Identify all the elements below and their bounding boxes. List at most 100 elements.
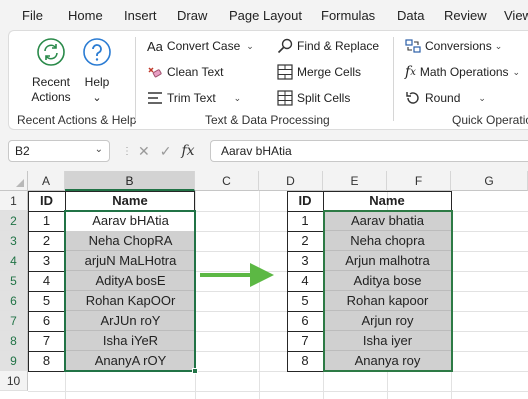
left-name-cell[interactable]: arjuN MaLHotra [66, 251, 195, 271]
select-all-corner[interactable] [0, 171, 28, 191]
round-button[interactable]: Round ⌄ [405, 89, 486, 107]
left-id-cell[interactable]: 2 [28, 231, 65, 251]
column-header-e[interactable]: E [323, 171, 387, 191]
conversions-button[interactable]: Conversions ⌄ [405, 37, 502, 55]
insert-function-icon[interactable]: fx [181, 143, 194, 159]
column-header-d[interactable]: D [259, 171, 323, 191]
name-box[interactable]: B2 ⌄ [8, 140, 110, 162]
split-cells-button[interactable]: Split Cells [277, 89, 350, 107]
name-box-value: B2 [15, 144, 30, 158]
right-name-cell[interactable]: Arjun malhotra [324, 251, 451, 271]
row-header-5[interactable]: 5 [0, 271, 28, 291]
help-icon [79, 37, 115, 71]
column-header-f[interactable]: F [387, 171, 451, 191]
find-replace-button[interactable]: Find & Replace [277, 37, 379, 55]
row-header-7[interactable]: 7 [0, 311, 28, 331]
right-name-cell[interactable]: Aditya bose [324, 271, 451, 291]
gridline [259, 191, 260, 399]
right-id-cell[interactable]: 8 [287, 351, 323, 371]
menu-review[interactable]: Review [444, 8, 487, 23]
row-header-2[interactable]: 2 [0, 211, 28, 231]
group-label-quick: Quick Operatio [452, 113, 528, 127]
confirm-icon[interactable]: ✓ [160, 143, 172, 160]
menu-view[interactable]: View [504, 8, 528, 23]
row-header-9[interactable]: 9 [0, 351, 28, 371]
clean-text-button[interactable]: Clean Text [147, 63, 223, 81]
left-id-cell[interactable]: 8 [28, 351, 65, 371]
left-name-cell[interactable]: Neha ChopRA [66, 231, 195, 251]
eraser-icon [147, 64, 163, 80]
right-name-cell[interactable]: Rohan kapoor [324, 291, 451, 311]
gridline [28, 391, 528, 392]
left-name-cell[interactable]: ArJUn roY [66, 311, 195, 331]
column-header-b[interactable]: B [65, 171, 195, 191]
right-id-cell[interactable]: 3 [287, 251, 323, 271]
right-id-cell[interactable]: 4 [287, 271, 323, 291]
fill-handle[interactable] [192, 368, 198, 374]
menu-insert[interactable]: Insert [124, 8, 157, 23]
row-header-10[interactable]: 10 [0, 371, 28, 391]
menu-page-layout[interactable]: Page Layout [229, 8, 302, 23]
left-table-header-id[interactable]: ID [28, 191, 65, 211]
right-id-cell[interactable]: 6 [287, 311, 323, 331]
column-header-a[interactable]: A [28, 171, 65, 191]
left-name-cell-active[interactable]: Aarav bHAtia [66, 211, 195, 231]
right-id-cell[interactable]: 5 [287, 291, 323, 311]
right-table-header-id[interactable]: ID [287, 191, 323, 211]
menu-draw[interactable]: Draw [177, 8, 207, 23]
left-name-cell[interactable]: AdityA bosE [66, 271, 195, 291]
merge-cells-button[interactable]: Merge Cells [277, 63, 361, 81]
convert-case-button[interactable]: Aa Convert Case ⌄ [147, 37, 254, 55]
left-id-cell[interactable]: 6 [28, 311, 65, 331]
left-name-cell[interactable]: AnanyA rOY [66, 351, 195, 371]
chevron-down-icon[interactable]: ⌄ [95, 144, 103, 155]
math-operations-button[interactable]: fx Math Operations ⌄ [405, 63, 520, 81]
left-name-cell[interactable]: Isha iYeR [66, 331, 195, 351]
left-id-cell[interactable]: 1 [28, 211, 65, 231]
table-divider [28, 211, 195, 212]
right-name-cell[interactable]: Aarav bhatia [324, 211, 451, 231]
right-id-cell[interactable]: 1 [287, 211, 323, 231]
table-divider [287, 271, 323, 272]
left-id-cell[interactable]: 7 [28, 331, 65, 351]
row-header-3[interactable]: 3 [0, 231, 28, 251]
left-table-header-name[interactable]: Name [65, 191, 195, 211]
recent-actions-button[interactable]: Recent Actions [23, 37, 79, 105]
left-name-cell[interactable]: Rohan KapOOr [66, 291, 195, 311]
right-name-cell[interactable]: Ananya roy [324, 351, 451, 371]
row-header-6[interactable]: 6 [0, 291, 28, 311]
right-id-cell[interactable]: 7 [287, 331, 323, 351]
right-id-cell[interactable]: 2 [287, 231, 323, 251]
group-divider [135, 37, 136, 121]
right-name-cell[interactable]: Arjun roy [324, 311, 451, 331]
round-label: Round [425, 91, 461, 105]
column-header-g[interactable]: G [451, 171, 528, 191]
arrow-right-icon [200, 263, 274, 287]
menu-file[interactable]: File [22, 8, 43, 23]
split-cells-icon [277, 90, 293, 106]
table-divider [65, 191, 66, 372]
menu-data[interactable]: Data [397, 8, 424, 23]
row-header-1[interactable]: 1 [0, 191, 28, 211]
left-id-cell[interactable]: 4 [28, 271, 65, 291]
find-replace-label: Find & Replace [297, 39, 380, 53]
trim-text-label: Trim Text [167, 91, 216, 105]
table-divider [28, 271, 65, 272]
column-header-c[interactable]: C [195, 171, 259, 191]
formula-controls: ⋮ ✕ ✓ fx [122, 140, 206, 162]
menu-formulas[interactable]: Formulas [321, 8, 375, 23]
row-header-8[interactable]: 8 [0, 331, 28, 351]
cancel-icon[interactable]: ✕ [138, 143, 150, 160]
trim-text-button[interactable]: Trim Text ⌄ [147, 89, 241, 107]
right-name-cell[interactable]: Isha iyer [324, 331, 451, 351]
left-id-cell[interactable]: 3 [28, 251, 65, 271]
help-button[interactable]: Help ⌄ [79, 37, 115, 106]
right-table-header-name[interactable]: Name [323, 191, 451, 211]
right-name-cell[interactable]: Neha chopra [324, 231, 451, 251]
math-operations-label: Math Operations [419, 65, 509, 79]
menu-home[interactable]: Home [68, 8, 103, 23]
table-divider [28, 291, 65, 292]
row-header-4[interactable]: 4 [0, 251, 28, 271]
formula-input[interactable]: Aarav bHAtia [210, 140, 528, 162]
left-id-cell[interactable]: 5 [28, 291, 65, 311]
